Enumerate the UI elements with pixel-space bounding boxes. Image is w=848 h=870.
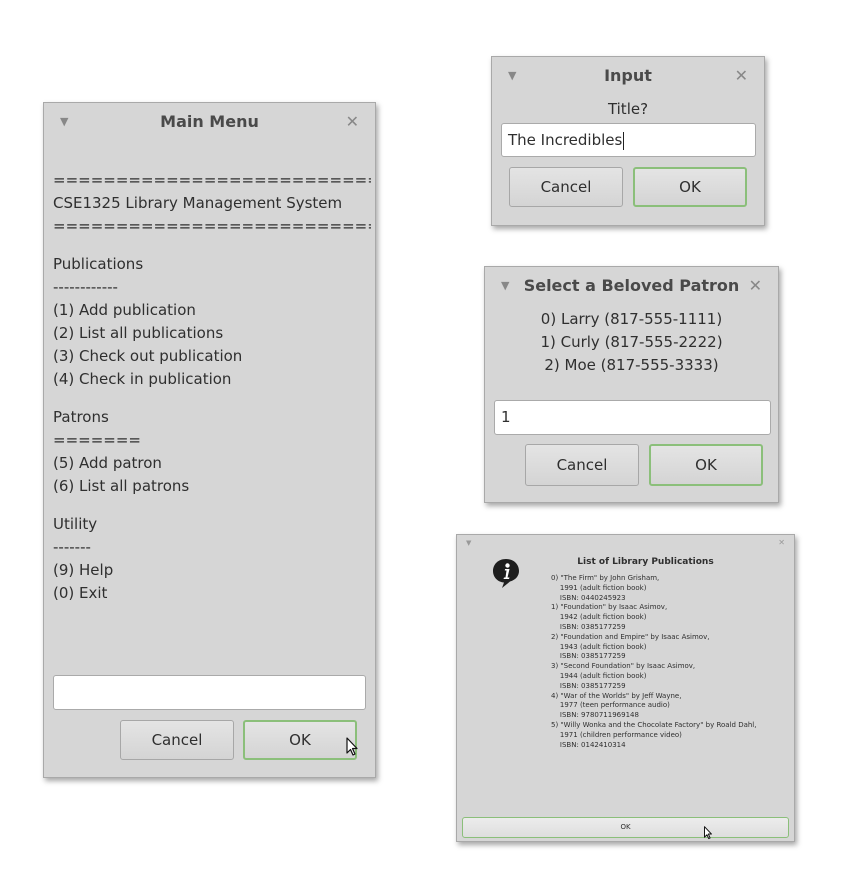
patron-dialog-titlebar[interactable]: ▼ Select a Beloved Patron ✕ [485,267,778,305]
mouse-cursor-icon [704,826,712,840]
patron-list: 0) Larry (817-555-1111) 1) Curly (817-555… [485,308,778,377]
publication-line: 1942 (adult fiction book) [551,613,647,622]
publication-line: 1977 (teen performance audio) [551,701,670,710]
publication-line: 1991 (adult fiction book) [551,583,647,592]
menu-line: ------- [53,538,91,556]
publication-line: 2) "Foundation and Empire" by Isaac Asim… [551,632,710,641]
publication-line: 1) "Foundation" by Isaac Asimov, [551,603,668,612]
ok-button[interactable]: OK [649,444,763,486]
menu-line [53,391,371,406]
menu-line: Publications [53,255,144,273]
close-icon[interactable]: ✕ [735,66,748,85]
cancel-button-label: Cancel [556,456,608,474]
main-menu-text: ================================== CSE132… [53,169,371,605]
text-cursor [623,131,625,150]
menu-line: (3) Check out publication [53,347,243,365]
publications-heading: List of Library Publications [577,557,714,567]
ok-button-label: OK [289,731,311,749]
ok-button-label: OK [679,178,701,196]
cancel-button-label: Cancel [151,731,203,749]
input-dialog-titlebar[interactable]: ▼ Input ✕ [492,57,764,95]
publications-list-dialog: ▼ ✕ List of Library Publications 0) "The… [456,534,795,842]
ok-button[interactable]: OK [633,167,747,207]
publication-line: 1943 (adult fiction book) [551,642,647,651]
menu-line: ================================== [53,217,371,235]
input-prompt: Title? [607,100,649,118]
ok-button[interactable]: OK [243,720,357,760]
publication-line: 0) "The Firm" by John Grisham, [551,574,660,582]
main-menu-input[interactable] [53,675,366,710]
patron-item: 0) Larry (817-555-1111) [540,310,723,328]
patron-input[interactable]: 1 [494,400,771,435]
menu-line: (1) Add publication [53,301,196,319]
ok-button[interactable]: OK [462,817,789,838]
publication-line: ISBN: 0385177259 [551,681,626,690]
publication-line: ISBN: 0142410314 [551,740,626,749]
mouse-cursor-icon [346,737,358,756]
patron-input-value: 1 [501,408,511,426]
cancel-button[interactable]: Cancel [120,720,234,760]
main-menu-window: ▼ Main Menu ✕ ==========================… [43,102,376,778]
close-icon[interactable]: ✕ [749,276,762,295]
menu-line [53,498,371,513]
menu-line: CSE1325 Library Management System [53,194,343,212]
close-icon[interactable]: ✕ [778,538,785,547]
cancel-button[interactable]: Cancel [525,444,639,486]
title-input-value: The Incredibles [508,131,623,149]
ok-button-label: OK [620,823,631,831]
cancel-button[interactable]: Cancel [509,167,623,207]
ok-button-label: OK [695,456,717,474]
close-icon[interactable]: ✕ [346,112,359,131]
input-dialog-title: Input [604,66,652,85]
cancel-button-label: Cancel [540,178,592,196]
main-menu-title: Main Menu [160,112,259,131]
patron-item: 2) Moe (817-555-3333) [544,356,719,374]
menu-line: Patrons [53,408,109,426]
publication-line: ISBN: 0385177259 [551,652,626,661]
menu-line: Utility [53,515,98,533]
menu-line: (0) Exit [53,584,108,602]
publication-line: 1971 (children performance video) [551,730,682,739]
menu-line: (6) List all patrons [53,477,190,495]
menu-line: ======= [53,431,141,449]
publication-line: ISBN: 9780711969148 [551,711,639,720]
publication-line: ISBN: 0440245923 [551,593,626,602]
window-menu-icon[interactable]: ▼ [466,539,471,547]
input-dialog: ▼ Input ✕ Title? The Incredibles Cancel … [491,56,765,226]
menu-line: (2) List all publications [53,324,224,342]
publication-line: 3) "Second Foundation" by Isaac Asimov, [551,662,696,671]
main-menu-titlebar[interactable]: ▼ Main Menu ✕ [44,103,375,141]
publication-line: 5) "Willy Wonka and the Chocolate Factor… [551,720,757,729]
menu-line [53,238,371,253]
patron-dialog-title: Select a Beloved Patron [523,276,740,295]
publication-line: ISBN: 0385177259 [551,622,626,631]
title-input[interactable]: The Incredibles [501,123,756,157]
menu-line: (5) Add patron [53,454,162,472]
publication-line: 4) "War of the Worlds" by Jeff Wayne, [551,691,682,700]
menu-line: (4) Check in publication [53,370,232,388]
publications-text: 0) "The Firm" by John Grisham, 1991 (adu… [551,574,791,750]
menu-line: (9) Help [53,561,114,579]
patron-item: 1) Curly (817-555-2222) [540,333,723,351]
menu-line: ================================== [53,171,371,189]
menu-line: ------------ [53,278,118,296]
select-patron-dialog: ▼ Select a Beloved Patron ✕ 0) Larry (81… [484,266,779,503]
publication-line: 1944 (adult fiction book) [551,671,647,680]
